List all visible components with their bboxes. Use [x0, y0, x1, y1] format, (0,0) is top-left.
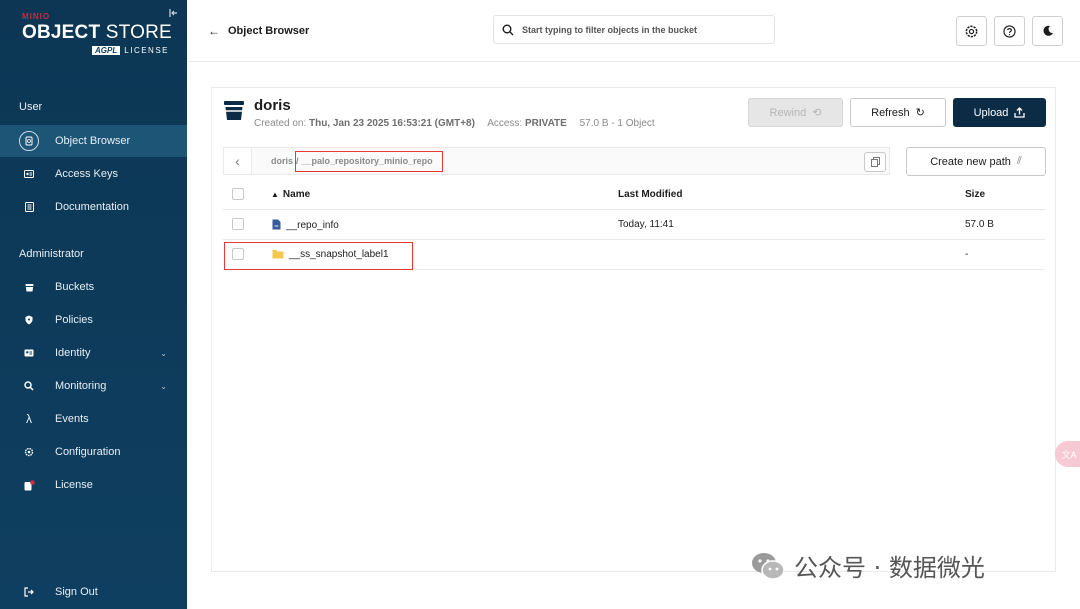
copy-icon	[870, 157, 880, 167]
sidebar-item-label: Events	[55, 413, 89, 425]
top-header: ← Object Browser	[187, 0, 1080, 62]
bucket-panel: doris Created on: Thu, Jan 23 2025 16:53…	[211, 87, 1056, 572]
sidebar-item-buckets[interactable]: Buckets	[0, 271, 187, 303]
row-checkbox[interactable]	[232, 218, 244, 230]
agpl-badge: AGPL	[92, 46, 121, 55]
object-modified: Today, 11:41	[618, 219, 674, 230]
bucket-icon	[224, 101, 244, 120]
watermark: 公众号 · 数据微光	[750, 548, 985, 583]
sidebar-item-object-browser[interactable]: Object Browser	[0, 125, 187, 157]
file-icon	[272, 219, 281, 230]
rewind-icon: ⟲	[812, 107, 822, 119]
sidebar-item-monitoring[interactable]: Monitoring ⌄	[0, 370, 187, 402]
search-input[interactable]	[522, 24, 762, 35]
section-user: User	[19, 101, 43, 113]
created-date: Thu, Jan 23 2025 16:53:21 (GMT+8)	[309, 118, 475, 129]
upload-button[interactable]: Upload	[953, 98, 1046, 127]
help-icon	[1003, 24, 1016, 38]
row-highlight	[224, 242, 413, 270]
minio-logo[interactable]: MINIO OBJECT STORE AGPL LICENSE	[22, 12, 172, 55]
arrow-left-icon: ←	[208, 24, 220, 38]
document-icon	[19, 197, 39, 217]
section-administrator: Administrator	[19, 248, 84, 260]
shield-icon	[19, 310, 39, 330]
license-icon	[19, 475, 39, 495]
sidebar-item-label: License	[55, 479, 93, 491]
create-new-path-button[interactable]: Create new path ⫽	[906, 147, 1046, 176]
gear-icon	[19, 442, 39, 462]
sidebar-item-label: Documentation	[55, 201, 129, 213]
access-value: PRIVATE	[524, 118, 567, 129]
sign-out-label: Sign Out	[55, 586, 98, 598]
sign-out-button[interactable]: Sign Out	[0, 576, 187, 608]
moon-icon	[1043, 25, 1053, 36]
column-size[interactable]: Size	[965, 189, 985, 200]
sidebar-item-label: Identity	[55, 347, 91, 359]
identity-icon	[19, 343, 39, 363]
help-button[interactable]	[994, 16, 1025, 46]
refresh-button[interactable]: Refresh ↻	[850, 98, 946, 127]
select-all-checkbox[interactable]	[232, 188, 244, 200]
bucket-summary: 57.0 B - 1 Object	[579, 118, 655, 129]
sidebar-item-label: Buckets	[55, 281, 95, 293]
sidebar-item-configuration[interactable]: Configuration	[0, 436, 187, 468]
logo-product: OBJECT STORE	[22, 22, 172, 43]
sidebar-item-license[interactable]: License	[0, 469, 187, 501]
new-path-icon: ⫽	[1016, 155, 1022, 167]
copy-path-button[interactable]	[864, 152, 886, 172]
bucket-icon	[19, 277, 39, 297]
sidebar-item-events[interactable]: λ Events	[0, 403, 187, 435]
sidebar-item-policies[interactable]: Policies	[0, 304, 187, 336]
table-row[interactable]: __repo_info Today, 11:41 57.0 B	[223, 210, 1045, 240]
upload-icon	[1014, 107, 1026, 118]
chevron-down-icon[interactable]: ⌄	[160, 349, 167, 358]
sidebar-item-label: Policies	[55, 314, 93, 326]
logo-brand: MINIO	[22, 12, 51, 21]
refresh-icon: ↻	[915, 107, 925, 119]
path-back-button[interactable]: ‹	[224, 148, 252, 174]
breadcrumb-root[interactable]: doris	[271, 156, 293, 166]
bucket-name: doris	[254, 97, 291, 114]
search-box[interactable]	[493, 15, 775, 44]
sidebar-item-documentation[interactable]: Documentation	[0, 191, 187, 223]
magnify-icon	[19, 376, 39, 396]
key-icon	[19, 164, 39, 184]
sign-out-icon	[19, 582, 39, 602]
collapse-sidebar-icon[interactable]	[169, 8, 179, 21]
sidebar-item-label: Object Browser	[55, 135, 131, 147]
path-highlight	[295, 151, 443, 172]
sidebar-item-label: Configuration	[55, 446, 121, 458]
back-to-object-browser[interactable]: ← Object Browser	[208, 24, 309, 38]
sidebar-item-identity[interactable]: Identity ⌄	[0, 337, 187, 369]
gear-icon	[965, 25, 978, 37]
wechat-icon	[752, 552, 785, 580]
bucket-meta: Created on: Thu, Jan 23 2025 16:53:21 (G…	[254, 118, 655, 129]
sidebar-item-label: Access Keys	[55, 168, 118, 180]
object-size: -	[965, 249, 969, 260]
object-size: 57.0 B	[965, 219, 994, 230]
object-name[interactable]: __repo_info	[272, 219, 339, 231]
rewind-button[interactable]: Rewind ⟲	[748, 98, 843, 127]
object-browser-icon	[19, 131, 39, 151]
table-header: ▲ Name Last Modified Size	[223, 180, 1045, 210]
sidebar: MINIO OBJECT STORE AGPL LICENSE User Obje…	[0, 0, 187, 609]
column-last-modified[interactable]: Last Modified	[618, 189, 682, 200]
translate-badge[interactable]: 文A	[1055, 441, 1080, 467]
chevron-down-icon[interactable]: ⌄	[160, 382, 167, 391]
sidebar-item-label: Monitoring	[55, 380, 107, 392]
dark-mode-button[interactable]	[1032, 16, 1063, 46]
back-label: Object Browser	[228, 25, 310, 37]
column-name[interactable]: ▲ Name	[271, 189, 310, 200]
lambda-icon: λ	[26, 412, 32, 426]
watermark-text: 公众号 · 数据微光	[794, 554, 985, 582]
search-icon	[502, 24, 514, 35]
logo-license: AGPL LICENSE	[22, 46, 172, 55]
sidebar-item-access-keys[interactable]: Access Keys	[0, 158, 187, 190]
settings-button[interactable]	[956, 16, 987, 46]
